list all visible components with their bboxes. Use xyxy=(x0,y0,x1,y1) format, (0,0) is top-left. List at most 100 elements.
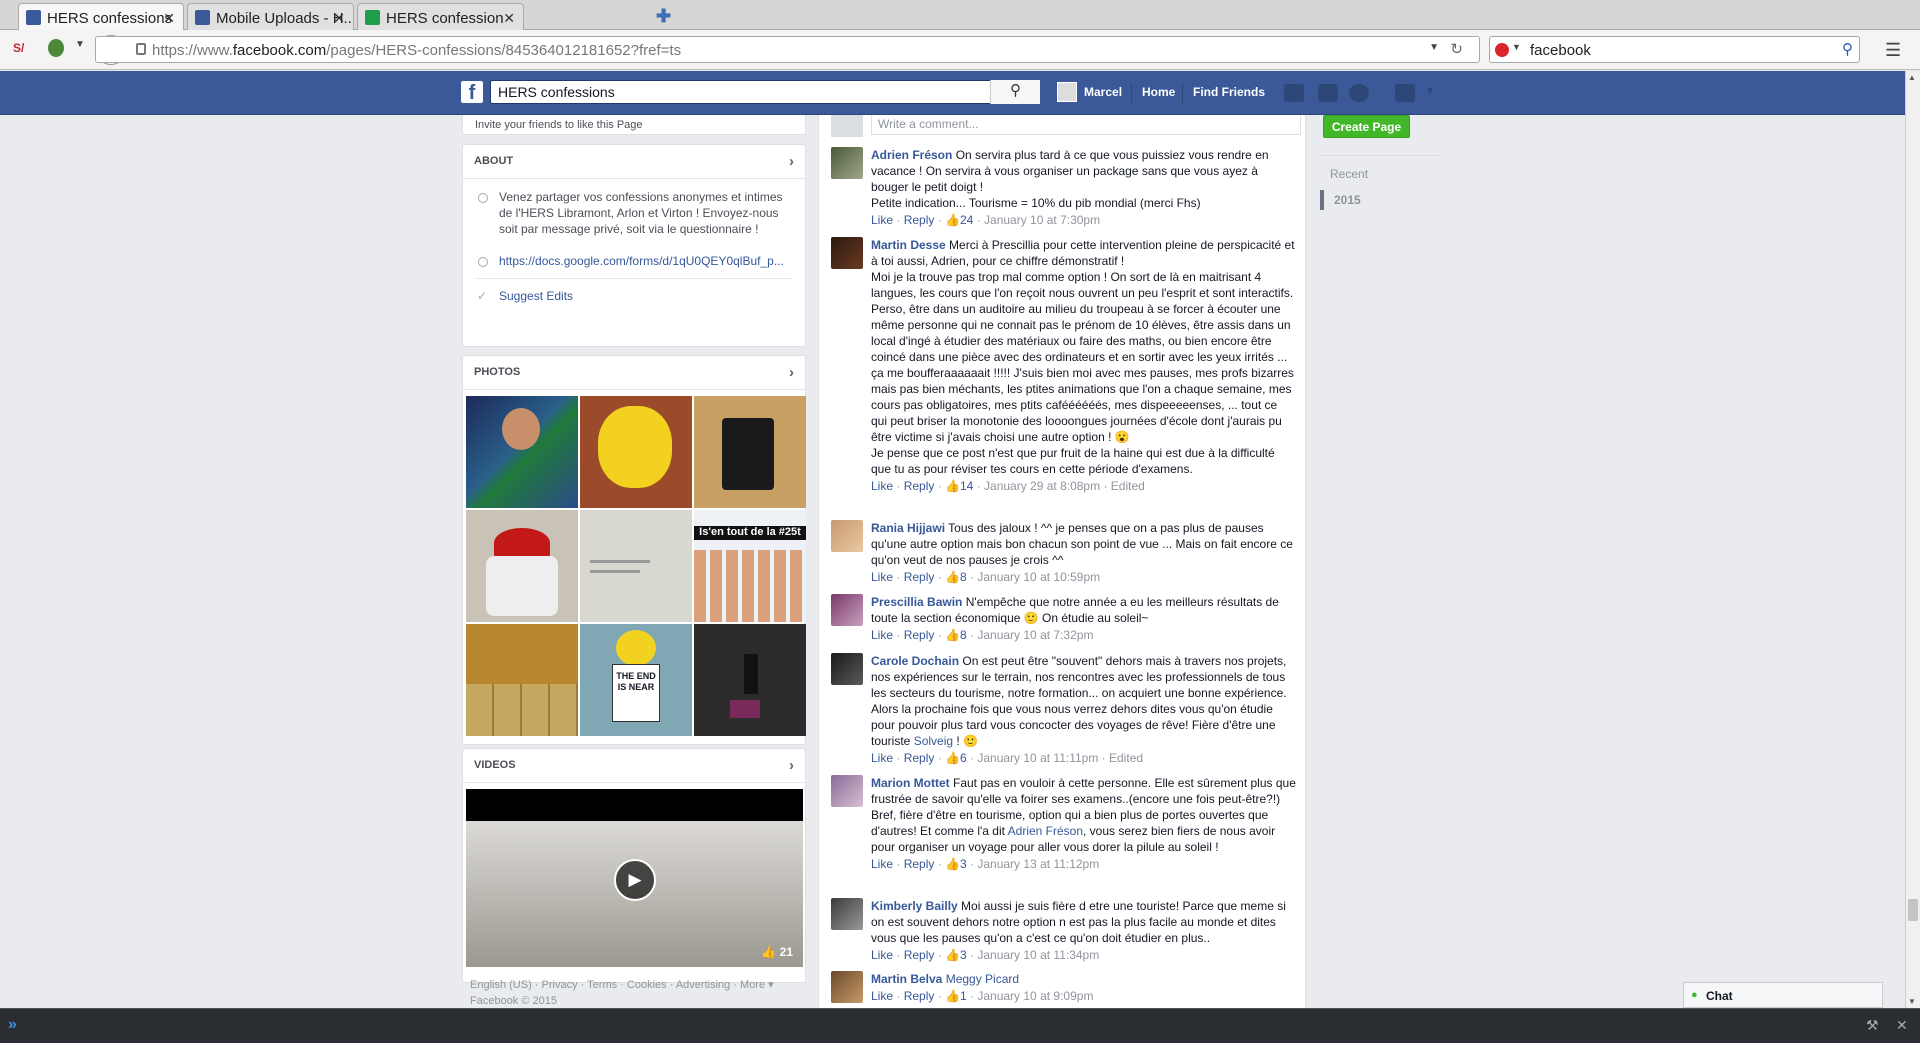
photo-thumbnail[interactable] xyxy=(580,396,692,508)
chevron-down-icon[interactable]: ▼ xyxy=(75,39,85,50)
url-dropdown-icon[interactable]: ▼ xyxy=(1429,42,1439,53)
photo-thumbnail[interactable] xyxy=(466,510,578,622)
reply-link[interactable]: Reply xyxy=(904,570,935,584)
comment-date[interactable]: January 10 at 10:59pm xyxy=(977,570,1100,584)
avatar[interactable] xyxy=(831,147,863,179)
page-scrollbar[interactable]: ▲ ▼ xyxy=(1905,71,1920,1008)
like-count[interactable]: 8 xyxy=(960,628,967,642)
like-link[interactable]: Like xyxy=(871,479,893,493)
footer-link[interactable]: Cookies xyxy=(627,979,667,991)
like-count[interactable]: 6 xyxy=(960,751,967,765)
thumbs-up-icon[interactable]: 👍 xyxy=(945,479,960,493)
reply-link[interactable]: Reply xyxy=(904,857,935,871)
browser-tab-3[interactable]: HERS confession ✕ xyxy=(357,3,524,30)
create-page-button[interactable]: Create Page xyxy=(1323,115,1410,138)
comment-date[interactable]: January 10 at 11:34pm xyxy=(977,948,1099,962)
avatar[interactable] xyxy=(831,653,863,685)
hamburger-menu-icon[interactable]: ☰ xyxy=(1885,40,1901,61)
write-comment-input[interactable]: Write a comment... xyxy=(871,115,1301,135)
avatar[interactable] xyxy=(1057,82,1077,102)
avatar[interactable] xyxy=(831,971,863,1003)
reply-link[interactable]: Reply xyxy=(904,213,935,227)
facebook-search-button[interactable]: ⚲ xyxy=(990,80,1040,104)
footer-link[interactable]: More xyxy=(740,979,765,991)
reply-link[interactable]: Reply xyxy=(904,948,935,962)
greasemonkey-icon[interactable] xyxy=(48,39,64,57)
about-header[interactable]: ABOUT › xyxy=(463,145,805,179)
close-tab-icon[interactable]: ✕ xyxy=(333,10,345,27)
comment-author[interactable]: Martin Belva xyxy=(871,972,942,986)
photo-thumbnail[interactable] xyxy=(694,396,806,508)
avatar[interactable] xyxy=(831,594,863,626)
like-link[interactable]: Like xyxy=(871,751,893,765)
thumbs-up-icon[interactable]: 👍 xyxy=(945,857,960,871)
edited-label[interactable]: Edited xyxy=(1111,479,1145,493)
avatar[interactable] xyxy=(831,520,863,552)
comment-author[interactable]: Marion Mottet xyxy=(871,776,950,790)
like-count[interactable]: 8 xyxy=(960,570,967,584)
thumbs-up-icon[interactable]: 👍 xyxy=(945,948,960,962)
like-link[interactable]: Like xyxy=(871,628,893,642)
avatar[interactable] xyxy=(831,775,863,807)
addon-icon[interactable]: S/ xyxy=(13,41,24,55)
comment-date[interactable]: January 10 at 11:11pm xyxy=(977,751,1098,765)
avatar[interactable] xyxy=(831,237,863,269)
comment-date[interactable]: January 10 at 7:30pm xyxy=(984,213,1100,227)
chevron-right-icon[interactable]: › xyxy=(789,364,794,381)
home-link[interactable]: Home xyxy=(1142,85,1175,99)
comment-author[interactable]: Carole Dochain xyxy=(871,654,959,668)
photo-thumbnail[interactable] xyxy=(694,624,806,736)
comment-author[interactable]: Prescillia Bawin xyxy=(871,595,962,609)
timeline-recent[interactable]: Recent xyxy=(1320,164,1440,184)
videos-header[interactable]: VIDEOS › xyxy=(463,749,805,783)
like-link[interactable]: Like xyxy=(871,213,893,227)
like-count[interactable]: 3 xyxy=(960,857,967,871)
invite-text[interactable]: Invite your friends to like this Page xyxy=(475,119,643,131)
like-link[interactable]: Like xyxy=(871,948,893,962)
photos-header[interactable]: PHOTOS › xyxy=(463,356,805,390)
like-count[interactable]: 1 xyxy=(960,989,967,1003)
suggest-edits-link[interactable]: Suggest Edits xyxy=(499,289,573,303)
scroll-down-icon[interactable]: ▼ xyxy=(1908,997,1916,1006)
privacy-shortcuts-icon[interactable] xyxy=(1395,84,1415,102)
wrench-icon[interactable]: ⚒ xyxy=(1866,1017,1879,1034)
messages-icon[interactable] xyxy=(1318,84,1338,102)
like-count[interactable]: 3 xyxy=(960,948,967,962)
chevron-right-icon[interactable]: › xyxy=(789,153,794,170)
facebook-logo[interactable]: f xyxy=(461,81,483,104)
play-icon[interactable]: ▶ xyxy=(614,859,656,901)
account-menu-icon[interactable]: ▼ xyxy=(1425,86,1435,97)
photo-thumbnail[interactable]: Is'en tout de la #25t xyxy=(694,510,806,622)
find-friends-link[interactable]: Find Friends xyxy=(1193,85,1265,99)
close-tab-icon[interactable]: ✕ xyxy=(503,10,515,27)
like-count[interactable]: 14 xyxy=(960,479,973,493)
like-count[interactable]: 24 xyxy=(960,213,973,227)
photo-thumbnail[interactable] xyxy=(466,396,578,508)
photo-thumbnail[interactable]: THE END IS NEAR xyxy=(580,624,692,736)
mention-link[interactable]: Adrien Fréson xyxy=(1008,824,1083,838)
footer-link[interactable]: English (US) xyxy=(470,979,532,991)
reply-link[interactable]: Reply xyxy=(904,751,935,765)
reply-link[interactable]: Reply xyxy=(904,479,935,493)
comment-author[interactable]: Rania Hijjawi xyxy=(871,521,945,535)
footer-link[interactable]: Terms xyxy=(587,979,617,991)
comment-author[interactable]: Martin Desse xyxy=(871,238,946,252)
avatar[interactable] xyxy=(831,898,863,930)
mention-link[interactable]: Solveig xyxy=(914,734,953,748)
comment-date[interactable]: January 10 at 9:09pm xyxy=(977,989,1093,1003)
chat-tab[interactable]: ● Chat xyxy=(1683,982,1883,1008)
reply-link[interactable]: Reply xyxy=(904,628,935,642)
photo-thumbnail[interactable] xyxy=(580,510,692,622)
like-link[interactable]: Like xyxy=(871,570,893,584)
like-link[interactable]: Like xyxy=(871,989,893,1003)
footer-link[interactable]: Advertising xyxy=(676,979,730,991)
browser-search-input[interactable]: ▼ facebook ⚲ xyxy=(1489,36,1860,63)
photo-thumbnail[interactable] xyxy=(466,624,578,736)
about-link[interactable]: https://docs.google.com/forms/d/1qU0QEY0… xyxy=(499,254,784,268)
footer-link[interactable]: Privacy xyxy=(542,979,578,991)
chevron-down-icon[interactable]: ▼ xyxy=(1512,42,1521,52)
thumbs-up-icon[interactable]: 👍 xyxy=(945,213,960,227)
thumbs-up-icon[interactable]: 👍 xyxy=(945,628,960,642)
comment-date[interactable]: January 29 at 8:08pm xyxy=(984,479,1100,493)
reload-icon[interactable]: ↻ xyxy=(1450,40,1463,58)
